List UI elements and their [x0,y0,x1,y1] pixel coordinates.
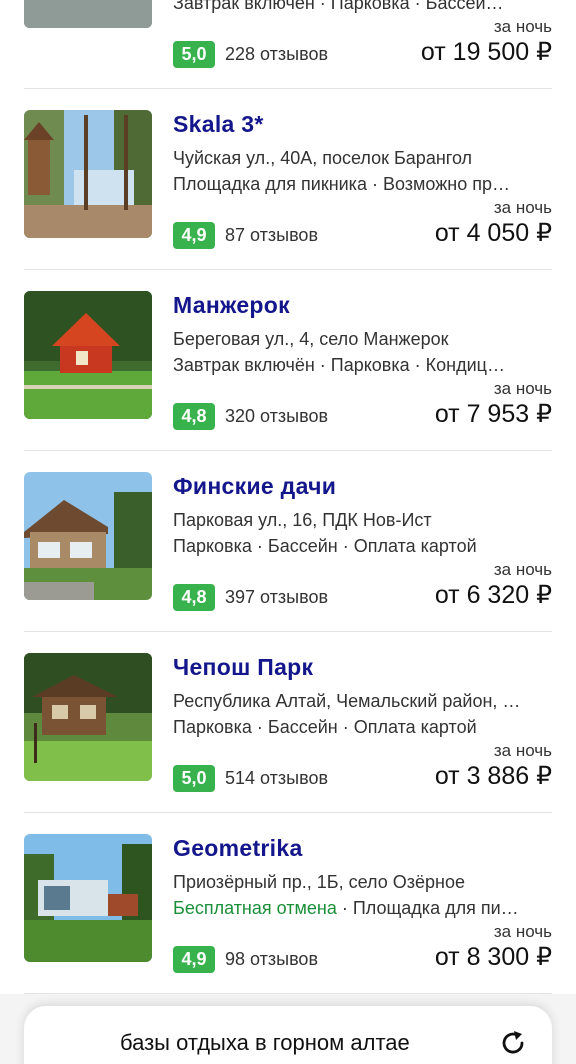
hotel-photo[interactable] [24,291,152,419]
reviews-count[interactable]: 514 отзывов [225,768,328,789]
hotel-address: Парковая ул., 16, ПДК Нов-Ист [173,510,432,530]
hotel-features: Парковка · Бассейн · Оплата картой [173,536,477,556]
hotel-card[interactable]: Skala 3* Чуйская ул., 40А, поселок Баран… [0,89,576,270]
per-night-label: за ночь [493,379,552,398]
hotel-features: Бесплатная отмена · Площадка для пи… [173,898,553,919]
hotel-address: Чуйская ул., 40А, поселок Барангол [173,148,473,168]
reviews-count[interactable]: 98 отзывов [225,949,318,970]
hotel-name[interactable]: Манжерок [173,292,290,319]
rating-badge: 4,9 [173,222,215,249]
rating-badge: 5,0 [173,765,215,792]
hotel-name[interactable]: Чепош Парк [173,654,313,681]
price: от 19 500 ₽ [420,38,552,66]
rating-badge: 4,9 [173,946,215,973]
hotel-features: Завтрак включен · Парковка · Бассей… [173,0,504,13]
search-bar[interactable]: базы отдыха в горном алтае [24,1006,552,1064]
rating-badge: 5,0 [173,41,215,68]
hotel-address: Республика Алтай, Чемальский район, … [173,691,521,711]
hotel-card[interactable]: Манжерок Береговая ул., 4, село Манжерок… [0,270,576,451]
per-night-label: за ночь [493,922,552,941]
hotel-card[interactable]: Geometrika Приозёрный пр., 1Б, село Озёр… [0,813,576,994]
refresh-icon[interactable] [498,1028,528,1058]
price: от 7 953 ₽ [434,400,552,428]
hotel-photo[interactable] [24,0,152,28]
per-night-label: за ночь [493,17,552,36]
hotel-features: Парковка · Бассейн · Оплата картой [173,717,477,737]
hotel-card[interactable]: Чепош Парк Республика Алтай, Чемальский … [0,632,576,813]
hotel-name[interactable]: Geometrika [173,835,303,862]
hotel-name[interactable]: Skala 3* [173,111,264,138]
per-night-label: за ночь [493,741,552,760]
hotel-card-partial[interactable]: Завтрак включен · Парковка · Бассей… за … [0,0,576,89]
hotel-features-rest: · Площадка для пи… [336,898,519,918]
price: от 3 886 ₽ [434,762,552,790]
hotel-features: Завтрак включён · Парковка · Кондиц… [173,355,505,375]
price: от 4 050 ₽ [434,219,552,247]
hotel-address: Береговая ул., 4, село Манжерок [173,329,449,349]
per-night-label: за ночь [493,198,552,217]
hotel-photo[interactable] [24,472,152,600]
hotel-photo[interactable] [24,110,152,238]
hotel-photo[interactable] [24,653,152,781]
hotel-card[interactable]: Финские дачи Парковая ул., 16, ПДК Нов-И… [0,451,576,632]
price: от 8 300 ₽ [434,943,552,971]
hotel-photo[interactable] [24,834,152,962]
hotel-features: Площадка для пикника · Возможно пр… [173,174,510,194]
search-query[interactable]: базы отдыха в горном алтае [120,1030,410,1056]
reviews-count[interactable]: 320 отзывов [225,406,328,427]
reviews-count[interactable]: 228 отзывов [225,44,328,65]
free-cancel-label: Бесплатная отмена [173,898,337,918]
hotel-address: Приозёрный пр., 1Б, село Озёрное [173,872,465,892]
rating-badge: 4,8 [173,403,215,430]
reviews-count[interactable]: 87 отзывов [225,225,318,246]
rating-badge: 4,8 [173,584,215,611]
per-night-label: за ночь [493,560,552,579]
reviews-count[interactable]: 397 отзывов [225,587,328,608]
hotel-name[interactable]: Финские дачи [173,473,336,500]
price: от 6 320 ₽ [434,581,552,609]
